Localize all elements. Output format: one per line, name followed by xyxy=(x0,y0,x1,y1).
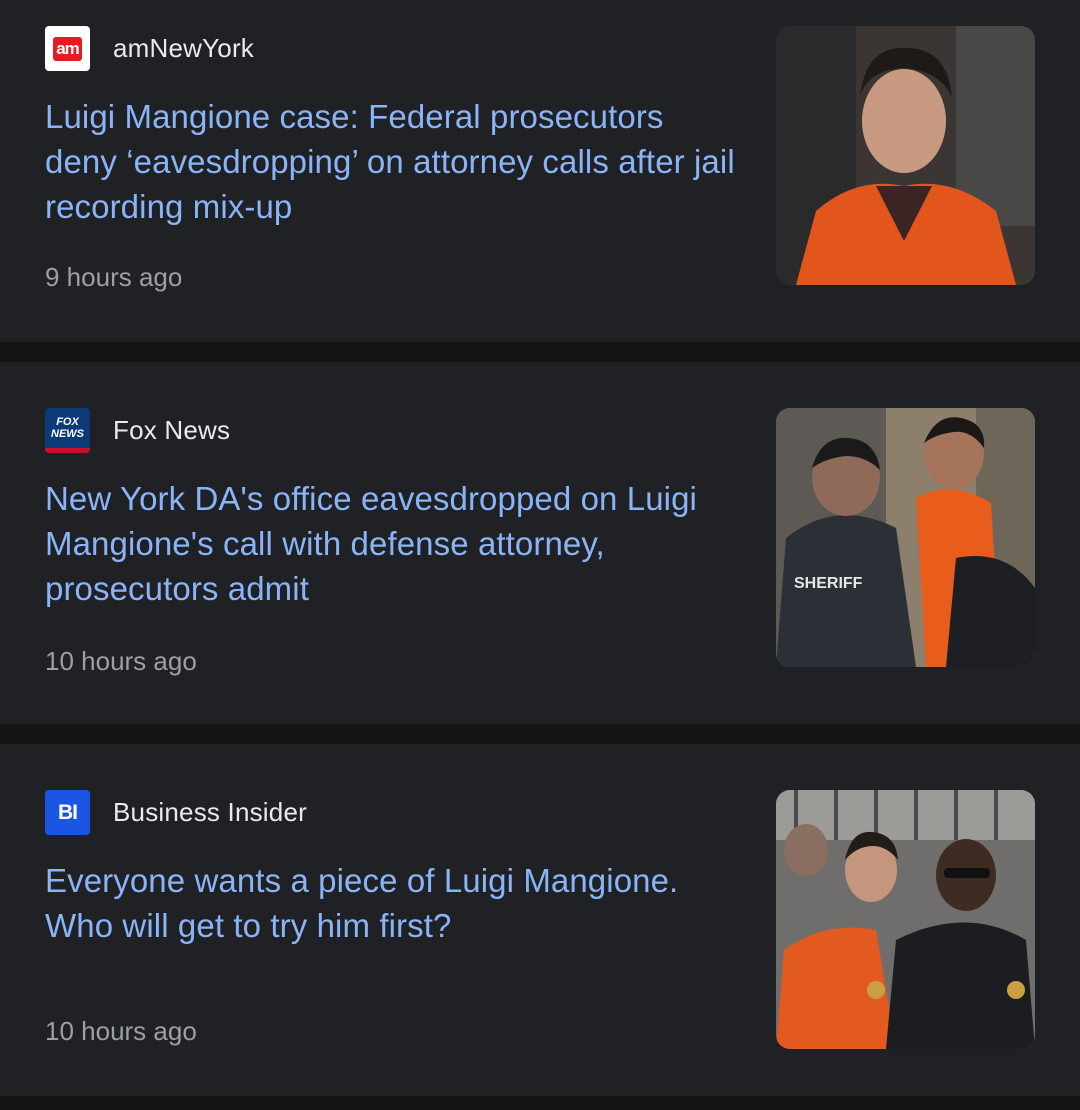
source-row: am amNewYork xyxy=(45,26,254,71)
article-timestamp: 10 hours ago xyxy=(45,646,197,676)
logo-text: am xyxy=(53,36,82,61)
source-row: BI Business Insider xyxy=(45,790,307,835)
news-feed: am amNewYork Luigi Mangione case: Federa… xyxy=(0,0,1080,1110)
fox-news-logo-icon: FOX NEWS xyxy=(45,408,90,453)
article-timestamp: 9 hours ago xyxy=(45,262,183,292)
card-separator xyxy=(0,724,1080,744)
source-name: amNewYork xyxy=(113,33,255,63)
logo-text: BI xyxy=(58,800,78,824)
source-row: FOX NEWS Fox News xyxy=(45,408,230,453)
amnewyork-logo-icon: am xyxy=(45,26,90,71)
sheriff-text: SHERIFF xyxy=(794,575,863,592)
news-card[interactable]: BI Business Insider Everyone wants a pie… xyxy=(0,744,1080,1096)
card-separator xyxy=(0,1096,1080,1110)
source-name: Fox News xyxy=(113,415,231,445)
logo-text-top: FOX xyxy=(56,416,79,428)
article-headline[interactable]: Everyone wants a piece of Luigi Mangione… xyxy=(45,858,735,948)
article-headline[interactable]: Luigi Mangione case: Federal prosecutors… xyxy=(45,94,735,229)
logo-text-bottom: NEWS xyxy=(51,428,84,440)
business-insider-logo-icon: BI xyxy=(45,790,90,835)
thumbnail-image xyxy=(776,26,1035,285)
card-separator xyxy=(0,342,1080,362)
article-thumbnail[interactable] xyxy=(776,790,1035,1049)
article-thumbnail[interactable] xyxy=(776,26,1035,285)
thumbnail-image: SHERIFF xyxy=(776,408,1035,667)
news-card[interactable]: am amNewYork Luigi Mangione case: Federa… xyxy=(0,0,1080,342)
article-timestamp: 10 hours ago xyxy=(45,1016,197,1046)
source-name: Business Insider xyxy=(113,797,307,827)
thumbnail-image xyxy=(776,790,1035,1049)
article-headline[interactable]: New York DA's office eavesdropped on Lui… xyxy=(45,476,735,611)
news-card[interactable]: FOX NEWS Fox News New York DA's office e… xyxy=(0,362,1080,724)
article-thumbnail[interactable]: SHERIFF xyxy=(776,408,1035,667)
